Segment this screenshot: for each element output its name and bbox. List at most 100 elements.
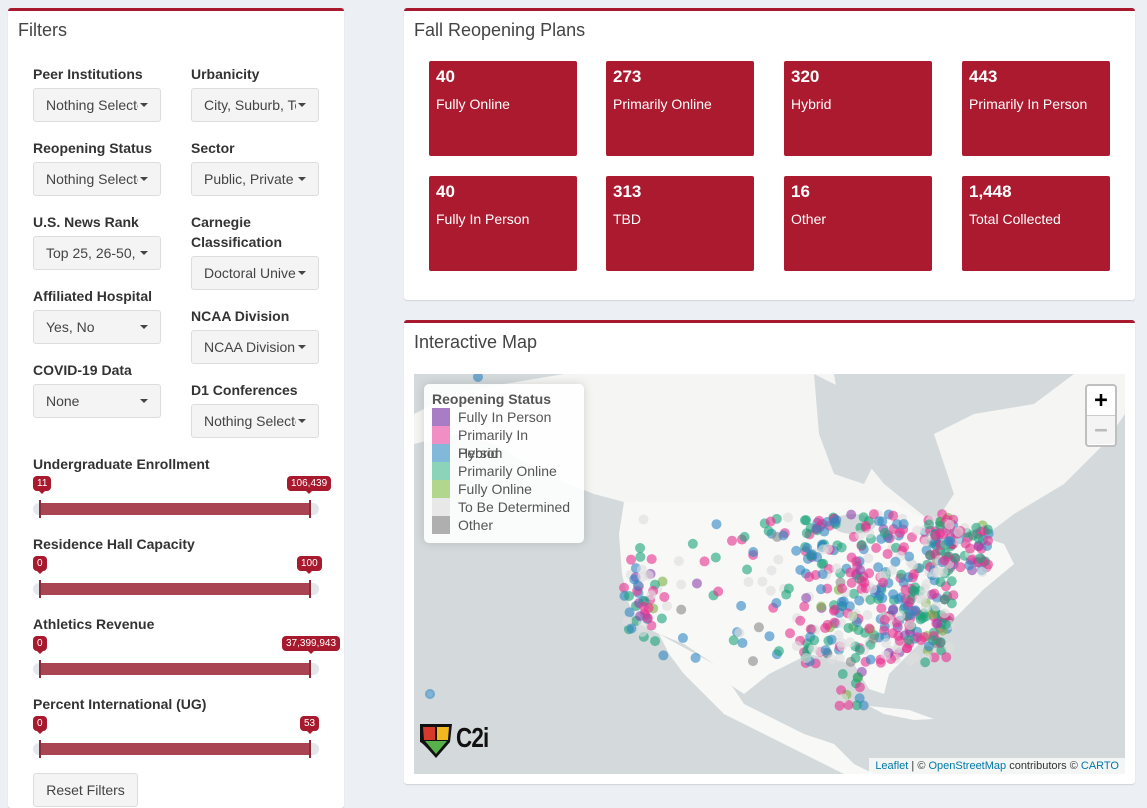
institution-marker[interactable] xyxy=(878,577,889,588)
institution-marker[interactable] xyxy=(676,579,687,590)
institution-marker[interactable] xyxy=(943,536,954,547)
institution-marker[interactable] xyxy=(944,641,955,652)
institution-marker[interactable] xyxy=(924,519,935,530)
institution-marker[interactable] xyxy=(635,542,646,553)
institution-marker[interactable] xyxy=(624,607,635,618)
ncaa-division-select[interactable]: NCAA Division xyxy=(191,330,319,364)
institution-marker[interactable] xyxy=(737,638,748,649)
institution-marker[interactable] xyxy=(929,588,940,599)
affiliated-hospital-select[interactable]: Yes, No xyxy=(33,310,161,344)
institution-marker[interactable] xyxy=(753,622,764,633)
institution-marker[interactable] xyxy=(635,551,646,562)
institution-marker[interactable] xyxy=(953,526,964,537)
slider-handle-min[interactable] xyxy=(39,580,41,598)
institution-marker[interactable] xyxy=(659,591,670,602)
institution-marker[interactable] xyxy=(815,584,826,595)
institution-marker[interactable] xyxy=(642,613,653,624)
institution-marker[interactable] xyxy=(888,510,899,521)
us-news-rank-select[interactable]: Top 25, 26-50, ... xyxy=(33,236,161,270)
institution-marker[interactable] xyxy=(854,530,865,541)
institution-marker[interactable] xyxy=(843,622,854,633)
institution-marker[interactable] xyxy=(931,601,942,612)
institution-marker[interactable] xyxy=(890,556,901,567)
slider-handle-max[interactable] xyxy=(309,740,311,758)
institution-marker[interactable] xyxy=(938,566,949,577)
institution-marker[interactable] xyxy=(791,545,802,556)
institution-marker[interactable] xyxy=(626,623,637,634)
map-canvas[interactable]: Reopening Status Fully In Person Primari… xyxy=(414,374,1125,774)
institution-marker[interactable] xyxy=(888,589,899,600)
institution-marker[interactable] xyxy=(801,515,812,526)
institution-marker[interactable] xyxy=(873,562,884,573)
institution-marker[interactable] xyxy=(795,615,806,626)
institution-marker[interactable] xyxy=(742,564,753,575)
institution-marker[interactable] xyxy=(785,628,796,639)
institution-marker[interactable] xyxy=(814,515,825,526)
institution-marker[interactable] xyxy=(920,657,931,668)
institution-marker[interactable] xyxy=(935,637,946,648)
institution-marker[interactable] xyxy=(626,554,637,565)
institution-marker[interactable] xyxy=(854,682,865,693)
institution-marker[interactable] xyxy=(935,528,946,539)
slider-handle-max[interactable] xyxy=(309,660,311,678)
institution-marker[interactable] xyxy=(801,652,812,663)
institution-marker[interactable] xyxy=(881,638,892,649)
slider-handle-max[interactable] xyxy=(309,580,311,598)
institution-marker[interactable] xyxy=(864,568,875,579)
institution-marker[interactable] xyxy=(691,578,702,589)
d1-conferences-select[interactable]: Nothing Selected xyxy=(191,404,319,438)
institution-marker[interactable] xyxy=(710,552,721,563)
institution-marker[interactable] xyxy=(778,530,789,541)
institution-marker[interactable] xyxy=(638,514,649,525)
institution-marker[interactable] xyxy=(799,601,810,612)
institution-marker[interactable] xyxy=(923,641,934,652)
institution-marker[interactable] xyxy=(873,516,884,527)
institution-marker[interactable] xyxy=(846,509,857,520)
institution-marker[interactable] xyxy=(838,596,849,607)
institution-marker[interactable] xyxy=(879,614,890,625)
institution-marker[interactable] xyxy=(763,526,774,537)
institution-marker[interactable] xyxy=(912,525,923,536)
institution-marker[interactable] xyxy=(818,544,829,555)
institution-marker[interactable] xyxy=(862,610,873,621)
institution-marker[interactable] xyxy=(766,565,777,576)
reset-filters-button[interactable]: Reset Filters xyxy=(33,773,138,807)
reopening-status-select[interactable]: Nothing Selected xyxy=(33,162,161,196)
institution-marker[interactable] xyxy=(771,598,782,609)
institution-marker[interactable] xyxy=(879,527,890,538)
institution-marker[interactable] xyxy=(765,516,776,527)
institution-marker[interactable] xyxy=(773,646,784,657)
institution-marker[interactable] xyxy=(886,565,897,576)
institution-marker[interactable] xyxy=(860,520,871,531)
institution-marker[interactable] xyxy=(964,560,975,571)
institution-marker[interactable] xyxy=(765,585,776,596)
institution-marker[interactable] xyxy=(912,632,923,643)
institution-marker[interactable] xyxy=(864,623,875,634)
institution-marker[interactable] xyxy=(743,576,754,587)
institution-marker[interactable] xyxy=(822,619,833,630)
institution-marker[interactable] xyxy=(837,669,848,680)
institution-marker[interactable] xyxy=(973,533,984,544)
institution-marker[interactable] xyxy=(676,604,687,615)
institution-marker[interactable] xyxy=(894,635,905,646)
institution-marker[interactable] xyxy=(650,636,661,647)
institution-marker[interactable] xyxy=(633,580,644,591)
institution-marker[interactable] xyxy=(868,633,879,644)
institution-marker[interactable] xyxy=(898,519,909,530)
leaflet-link[interactable]: Leaflet xyxy=(875,760,908,772)
institution-marker[interactable] xyxy=(837,583,848,594)
institution-marker[interactable] xyxy=(847,611,858,622)
institution-marker[interactable] xyxy=(802,542,813,553)
institution-marker[interactable] xyxy=(831,563,842,574)
institution-marker[interactable] xyxy=(782,512,793,523)
institution-marker[interactable] xyxy=(856,539,867,550)
institution-marker[interactable] xyxy=(910,605,921,616)
institution-marker[interactable] xyxy=(637,626,648,637)
institution-marker[interactable] xyxy=(673,556,684,567)
osm-link[interactable]: OpenStreetMap xyxy=(928,760,1006,772)
institution-marker[interactable] xyxy=(904,656,915,667)
institution-marker[interactable] xyxy=(917,612,928,623)
institution-marker[interactable] xyxy=(816,601,827,612)
institution-marker[interactable] xyxy=(834,700,845,711)
zoom-in-button[interactable]: + xyxy=(1087,386,1115,415)
